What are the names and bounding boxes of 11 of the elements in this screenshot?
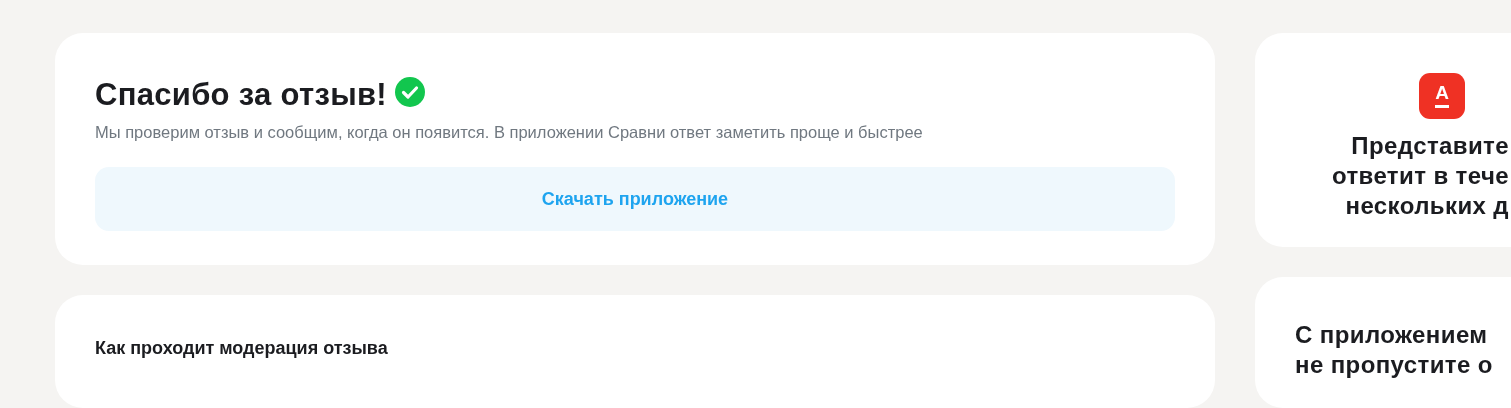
representative-text: нескольких д [1344,191,1509,221]
check-circle-icon [394,77,425,107]
bank-logo: А [1419,73,1465,119]
representative-text: Представите [1350,131,1509,161]
download-app-button[interactable]: Скачать приложение [95,167,1175,231]
app-promo-text: С приложением [1295,320,1489,351]
thanks-subtitle: Мы проверим отзыв и сообщим, когда он появится. В приложении Сравни ответ заметить проще и быстрее [95,122,924,143]
app-promo-text: не пропустите о [1295,350,1494,381]
thanks-title: Спасибо за отзыв! [95,76,387,114]
moderation-title: Как проходит модерация отзыва [95,336,389,360]
representative-text: ответит в тече [1331,161,1509,191]
